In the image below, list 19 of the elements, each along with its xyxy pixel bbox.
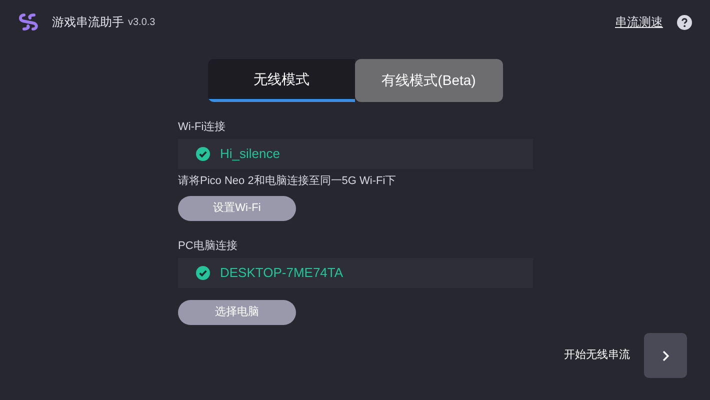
mode-tab[interactable]: 有线模式(Beta) <box>355 59 502 102</box>
connection-value: Hi_silence <box>220 144 280 163</box>
check-icon <box>196 266 210 280</box>
action-button[interactable]: 选择电脑 <box>178 300 296 324</box>
check-icon <box>196 146 210 160</box>
app-title: 游戏串流助手 <box>52 14 124 31</box>
speed-test-link[interactable]: 串流测速 <box>615 13 663 31</box>
connection-value: DESKTOP-7ME74TA <box>220 264 344 282</box>
start-button[interactable] <box>644 333 687 378</box>
action-button[interactable]: 设置Wi-Fi <box>178 196 296 221</box>
chevron-right-icon <box>662 350 670 362</box>
help-icon[interactable] <box>677 14 692 30</box>
section-label: Wi-Fi连接 <box>178 120 227 135</box>
start-label: 开始无线串流 <box>564 348 630 364</box>
version-label: v3.0.3 <box>128 16 156 30</box>
mode-tab[interactable]: 无线模式 <box>208 59 355 102</box>
logo-icon <box>18 12 40 32</box>
section-label: PC电脑连接 <box>178 238 238 254</box>
hint-text: 请将Pico Neo 2和电脑连接至同一5G Wi-Fi下 <box>178 174 398 188</box>
